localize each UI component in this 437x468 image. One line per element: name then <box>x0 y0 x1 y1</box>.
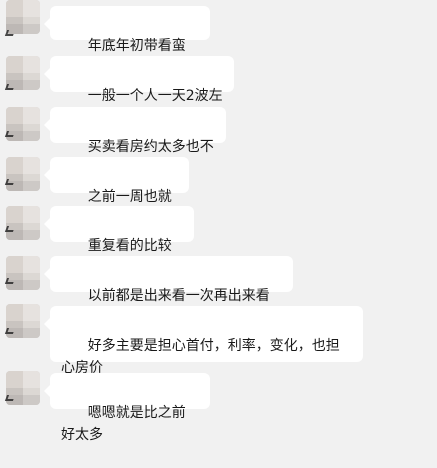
chat-message: 以前都是出来看一次再出来看的不多 <box>0 252 437 326</box>
chat-message: 好多主要是担心首付，利率，变化，也担心房价 波动大 <box>0 302 437 398</box>
avatar-status-icon <box>4 30 16 36</box>
chat-message: 买卖看房约太多也不现实 <box>0 103 437 177</box>
avatar[interactable] <box>6 206 40 240</box>
avatar[interactable] <box>6 157 40 191</box>
chat-message: 重复看的比较多一些 <box>0 202 437 276</box>
message-bubble[interactable]: 以前都是出来看一次再出来看的不多 <box>44 256 293 326</box>
chat-history: 年底年初带看蛮活跃的 一般一个人一天2波左右吧 买卖看房约太多也不现实 之前一周… <box>0 0 437 443</box>
message-bubble[interactable]: 年底年初带看蛮活跃的 <box>44 6 210 76</box>
message-bubble[interactable]: 嗯嗯就是比之前好太多 <box>44 373 210 443</box>
chat-message: 年底年初带看蛮活跃的 <box>0 0 437 76</box>
chat-message: 一般一个人一天2波左右吧 <box>0 52 437 126</box>
message-bubble[interactable]: 好多主要是担心首付，利率，变化，也担心房价 波动大 <box>44 306 363 398</box>
message-bubble[interactable]: 买卖看房约太多也不现实 <box>44 107 226 177</box>
message-bubble[interactable]: 之前一周也就2-3波 <box>44 157 189 227</box>
avatar[interactable] <box>6 256 40 290</box>
avatar[interactable] <box>6 0 40 34</box>
chat-message: 之前一周也就2-3波 <box>0 153 437 227</box>
chat-message: 嗯嗯就是比之前好太多 <box>0 369 437 443</box>
message-bubble[interactable]: 重复看的比较多一些 <box>44 206 194 276</box>
message-bubble[interactable]: 一般一个人一天2波左右吧 <box>44 56 234 126</box>
